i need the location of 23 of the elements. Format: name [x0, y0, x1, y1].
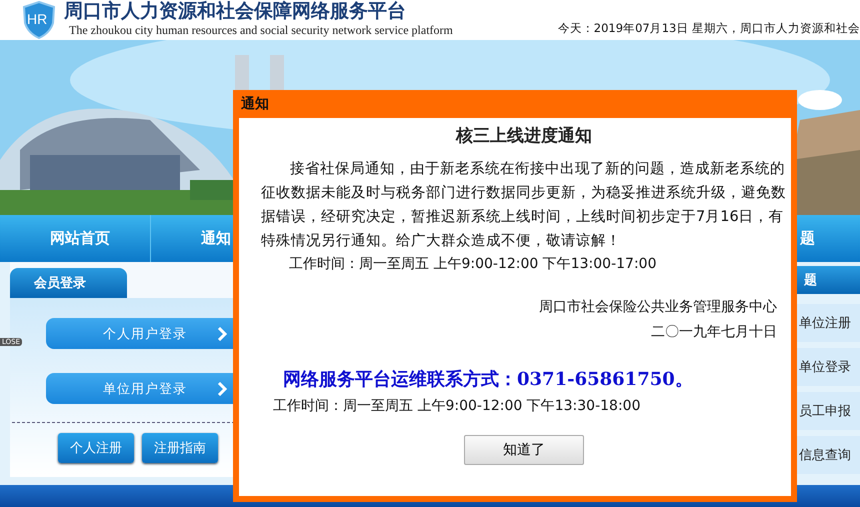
login-button[interactable]: 个人用户登录 — [46, 318, 235, 349]
date-line: 今天：2019年07月13日 星期六，周口市人力资源和社会 — [558, 21, 860, 36]
register-button[interactable]: 个人注册 — [58, 433, 134, 463]
register-button[interactable]: 注册指南 — [142, 433, 218, 463]
chevron-icon — [217, 326, 227, 340]
signature-line: 周口市社会保险公共业务管理服务中心 — [539, 298, 777, 317]
chevron-icon — [217, 382, 227, 396]
nav-link[interactable]: 通知 — [151, 215, 235, 262]
login-button[interactable]: 单位用户登录 — [46, 373, 235, 404]
ok-button[interactable]: 知道了 — [464, 435, 584, 465]
work-hours: 工作时间：周一至周五 上午9:00-12:00 下午13:30-18:00 — [273, 397, 642, 415]
dialog-title: 通知 — [240, 95, 270, 114]
logo-text: HR — [27, 11, 48, 27]
notice-paragraph: 接省社保局通知，由于新老系统在衔接中出现了新的问题，造成新老系统的征收数据未能及时与税务部门进行数据同步更新，为稳妥推进系统升级，避免数据错误，经研究决定，暂推迟新系统上线时间，上线时间初步定于7月16日，有特殊情况另行通知。给广大群众造成不便，敬请谅解！ — [261, 160, 787, 251]
contact-line: 网络服务平台运维联系方式：0371-65861750。 — [283, 368, 694, 391]
work-hours: 工作时间：周一至周五 上午9:00-12:00 下午13:00-17:00 — [288, 255, 658, 274]
site-title: 周口市人力资源和社会保障网络服务平台 — [64, 0, 407, 22]
panel-tab[interactable]: 会员登录 — [10, 268, 127, 298]
notice-heading: 核三上线进度通知 — [454, 125, 593, 147]
signature-line: 二〇一九年七月十日 — [651, 323, 777, 342]
shield-logo-icon — [22, 1, 56, 39]
nav-link[interactable]: 题 — [800, 215, 840, 262]
site-subtitle: The zhoukou city human resources and social security network service platform — [69, 22, 453, 38]
